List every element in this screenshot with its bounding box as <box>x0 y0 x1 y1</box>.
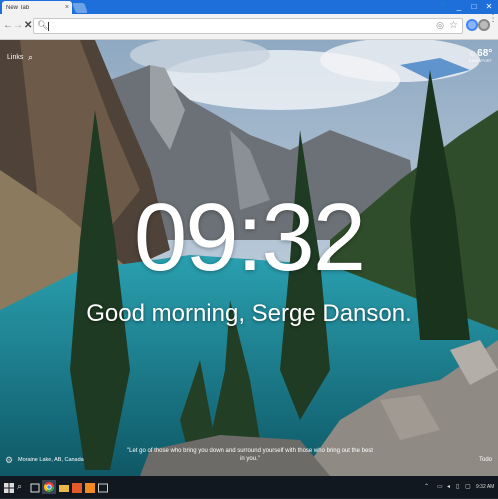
app-2-taskbar-icon[interactable] <box>84 481 96 493</box>
windows-start-icon[interactable] <box>3 481 15 493</box>
clock: 09:32 <box>133 184 366 291</box>
folder-taskbar-icon[interactable] <box>58 481 70 493</box>
network-icon[interactable]: ▭ <box>437 483 443 490</box>
chevron-up-icon[interactable]: ⌃ <box>424 483 429 490</box>
tab-strip: New Tab × 👤 _ □ ✕ <box>0 0 498 14</box>
search-icon[interactable]: ⌕ <box>28 52 33 63</box>
task-view-icon[interactable] <box>29 481 41 493</box>
extension-icon[interactable] <box>466 19 478 31</box>
back-button[interactable]: ← <box>3 20 13 32</box>
todo-button[interactable]: Todo <box>479 457 492 463</box>
text-caret <box>48 22 49 31</box>
app-taskbar-icon[interactable] <box>71 481 83 493</box>
tab-close-icon[interactable]: × <box>65 4 72 11</box>
maximize-button[interactable]: □ <box>467 1 481 12</box>
quote: "Let go of those who bring you down and … <box>127 448 373 462</box>
links-label[interactable]: Links <box>7 54 23 61</box>
photo-location[interactable]: Moraine Lake, AB, Canada <box>18 457 84 463</box>
bookmark-star-icon[interactable]: ☆ <box>449 20 458 31</box>
profile-icon[interactable]: 👤 <box>436 1 450 12</box>
address-bar[interactable]: 🔍︎ ◎ ☆ <box>33 18 463 34</box>
chrome-taskbar-icon[interactable] <box>42 480 56 494</box>
minimize-button[interactable]: _ <box>452 1 466 12</box>
tab-title: New Tab <box>6 4 30 11</box>
weather-location: DAVENPORT <box>468 59 492 63</box>
reload-button[interactable]: ✕ <box>24 20 32 32</box>
close-window-button[interactable]: ✕ <box>482 1 496 12</box>
google-lens-icon[interactable]: ◎ <box>436 20 444 31</box>
weather-widget[interactable]: ☼68° DAVENPORT <box>468 48 492 63</box>
taskbar-clock[interactable]: 9:32 AM <box>476 484 494 490</box>
weather-sun-icon: ☼ <box>468 48 478 59</box>
forward-button[interactable]: → <box>13 20 23 32</box>
notification-icon[interactable]: ▢ <box>465 483 471 490</box>
browser-toolbar: ← → ✕ 🔍︎ ◎ ☆ <box>0 14 498 40</box>
search-icon: 🔍︎ <box>37 20 49 30</box>
battery-icon[interactable]: ▯ <box>456 483 459 490</box>
menu-icon[interactable]: ⋮ <box>488 14 498 24</box>
weather-temp: ☼68° <box>468 48 493 59</box>
new-tab-button[interactable] <box>72 3 88 13</box>
app-3-taskbar-icon[interactable] <box>97 481 109 493</box>
search-icon[interactable]: ⌕ <box>17 481 29 493</box>
tab-new-tab[interactable]: New Tab × <box>2 1 72 14</box>
greeting: Good morning, Serge Danson. <box>86 300 412 327</box>
taskbar: ⌕ ⌃ ▭ ◂ ▯ ▢ 9:32 AM <box>0 476 498 498</box>
volume-icon[interactable]: ◂ <box>447 483 450 490</box>
settings-gear-icon[interactable]: ⚙ <box>5 455 13 466</box>
